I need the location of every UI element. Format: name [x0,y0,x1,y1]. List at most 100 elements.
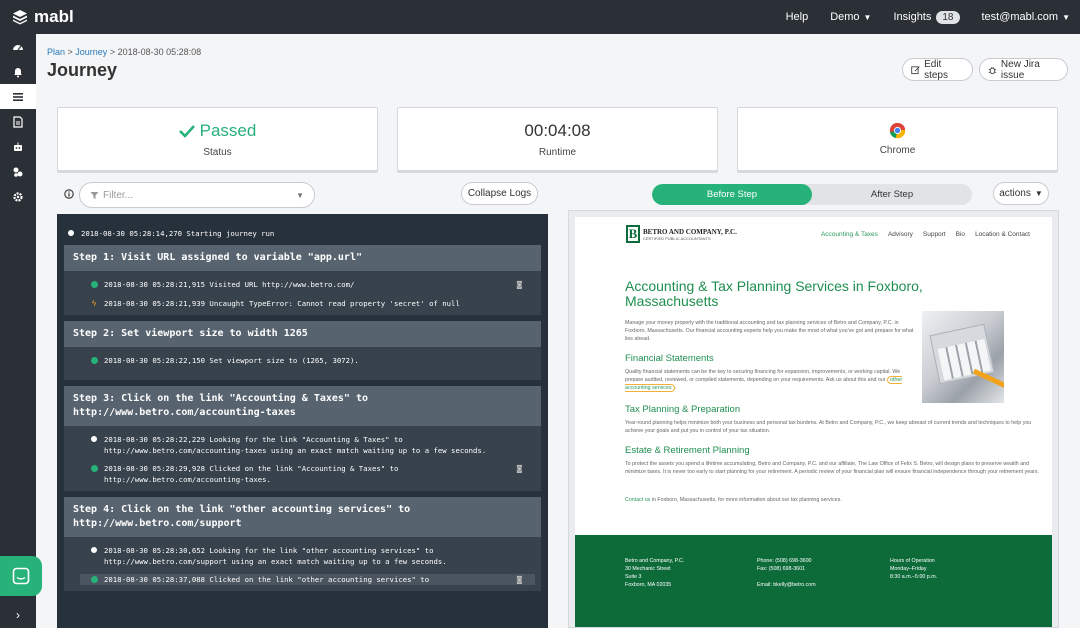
info-icon[interactable] [64,189,74,199]
sidebar-expand-icon[interactable]: › [0,608,36,622]
breadcrumb: Plan > Journey > 2018-08-30 05:28:08 [47,47,201,57]
sidebar-item-dashboard[interactable] [0,34,36,59]
log-step[interactable]: Step 3: Click on the link "Accounting & … [64,386,541,491]
log-line: 2018-08-30 05:28:37,088 Clicked on the l… [80,574,535,585]
site-logo: B BETRO AND COMPANY, P.C. CERTIFIED PUBL… [626,225,737,243]
success-icon [90,465,98,472]
site-nav-item: Advisory [887,231,913,238]
user-email: test@mabl.com [981,11,1059,23]
dashboard-icon [13,44,23,50]
step-title: Step 2: Set viewport size to width 1265 [64,321,541,347]
breadcrumb-separator: > [65,47,76,57]
website-screenshot: B BETRO AND COMPANY, P.C. CERTIFIED PUBL… [575,217,1052,627]
footer-line: Phone: (508) 698-3600 [757,558,812,564]
edit-steps-button[interactable]: Edit steps [902,58,973,81]
log-line: 2018-08-30 05:28:29,928 Clicked on the l… [80,463,535,485]
log-line-text: 2018-08-30 05:28:21,915 Visited URL http… [104,280,355,289]
status-value-text: Passed [199,120,257,140]
site-brand: BETRO AND COMPANY, P.C. [643,227,737,236]
footer-contact: Phone: (508) 698-3600 Fax: (508) 698-360… [757,557,816,589]
status-value: Passed [178,120,257,141]
footer-line: 8:30 a.m.–5:00 p.m. [890,574,938,580]
log-line: 2018-08-30 05:28:22,229 Looking for the … [80,434,535,456]
before-step-tab[interactable]: Before Step [652,184,812,205]
browser-card: Chrome [737,107,1058,173]
site-heading: Accounting & Tax Planning Services in Fo… [625,278,923,309]
site-logo-mark: B [626,225,640,243]
page-title: Journey [47,60,118,80]
footer-line: Fax: (508) 698-3601 [757,566,805,572]
site-contact-text: Contact us in Foxboro, Massachusetts, fo… [625,496,1045,504]
log-line: ϟ 2018-08-30 05:28:21,939 Uncaught TypeE… [80,298,535,309]
breadcrumb-journey-link[interactable]: Journey [75,47,107,57]
runtime-label: Runtime [538,146,577,158]
step-screenshot-preview: B BETRO AND COMPANY, P.C. CERTIFIED PUBL… [568,210,1059,628]
log-line-text: 2018-08-30 05:28:22,150 Set viewport siz… [104,356,359,365]
log-line: 2018-08-30 05:28:22,150 Set viewport siz… [80,355,535,366]
sidebar-item-trainer[interactable] [0,134,36,159]
log-line-text: 2018-08-30 05:28:29,928 Clicked on the l… [104,464,403,484]
log-step[interactable]: Step 1: Visit URL assigned to variable "… [64,245,541,315]
site-section-text: To protect the assets you spend a lifeti… [625,461,1039,475]
puzzle-icon [13,167,23,177]
log-filter-select[interactable]: Filter... ▼ [79,182,315,208]
footer-line: Hours of Operation [890,558,935,564]
filter-icon [90,191,99,199]
log-line: 2018-08-30 05:28:30,652 Looking for the … [80,545,535,567]
new-jira-issue-button[interactable]: New Jira issue [979,58,1068,81]
breadcrumb-separator: > [107,47,118,57]
log-line: 2018-08-30 05:28:14,270 Starting journey… [57,228,548,239]
site-fin-text: Quality financial statements can be the … [625,369,901,383]
list-icon [13,92,23,101]
help-link[interactable]: Help [786,11,809,23]
footer-line: Betro and Company, P.C. [625,558,685,564]
site-footer: Betro and Company, P.C. 30 Mechanic Stre… [575,535,1052,627]
edit-icon [911,65,920,74]
site-fin-end: . [674,385,677,391]
chrome-icon [889,122,906,139]
brand-name: mabl [34,7,74,26]
info-icon [91,547,97,553]
camera-icon[interactable]: ◙ [517,279,531,290]
collapse-logs-button[interactable]: Collapse Logs [461,182,538,205]
chat-widget-button[interactable] [0,556,42,596]
demo-label: Demo [830,11,860,23]
sidebar-item-journeys[interactable] [0,84,36,109]
breadcrumb-plan-link[interactable]: Plan [47,47,65,57]
success-icon [90,357,98,364]
browser-label: Chrome [879,145,916,156]
chevron-down-icon: ▼ [1034,189,1043,198]
runtime-card: 00:04:08 Runtime [397,107,718,173]
chevron-down-icon: ▼ [296,190,304,200]
step-title: Step 1: Visit URL assigned to variable "… [64,245,541,271]
info-icon [68,230,74,236]
actions-label: actions [999,188,1031,199]
log-panel: 2018-08-30 05:28:14,270 Starting journey… [57,214,548,628]
sidebar-item-notifications[interactable] [0,59,36,84]
step-title: Step 4: Click on the link "other account… [64,497,541,537]
camera-icon[interactable]: ◙ [517,574,531,585]
insights-label: Insights [893,11,932,23]
top-bar: mabl Help Demo ▼ Insights 18 test@mabl.com… [0,0,1080,34]
mabl-logo-icon [13,10,27,25]
info-icon [91,436,97,442]
screenshot-toggle: Before Step After Step [652,184,972,205]
log-step[interactable]: Step 4: Click on the link "other account… [64,497,541,591]
site-section-title: Tax Planning & Preparation [625,404,741,415]
sidebar-item-reports[interactable] [0,109,36,134]
camera-icon[interactable]: ◙ [517,463,531,474]
status-card: Passed Status [57,107,378,173]
insights-link[interactable]: Insights 18 [893,10,960,24]
log-line-text: 2018-08-30 05:28:22,229 Looking for the … [104,435,487,455]
actions-dropdown[interactable]: actions ▼ [993,182,1049,205]
sidebar-item-integrations[interactable] [0,159,36,184]
demo-dropdown[interactable]: Demo ▼ [830,11,871,23]
after-step-tab[interactable]: After Step [812,184,972,205]
sidebar-item-settings[interactable] [0,184,36,209]
brand-logo[interactable]: mabl [12,7,74,27]
chevron-down-icon: ▼ [863,12,872,22]
log-step[interactable]: Step 2: Set viewport size to width 1265 … [64,321,541,380]
site-nav-item: Accounting & Taxes [820,231,878,238]
log-line-text: 2018-08-30 05:28:21,939 Uncaught TypeErr… [104,299,460,308]
user-menu[interactable]: test@mabl.com ▼ [982,11,1071,23]
